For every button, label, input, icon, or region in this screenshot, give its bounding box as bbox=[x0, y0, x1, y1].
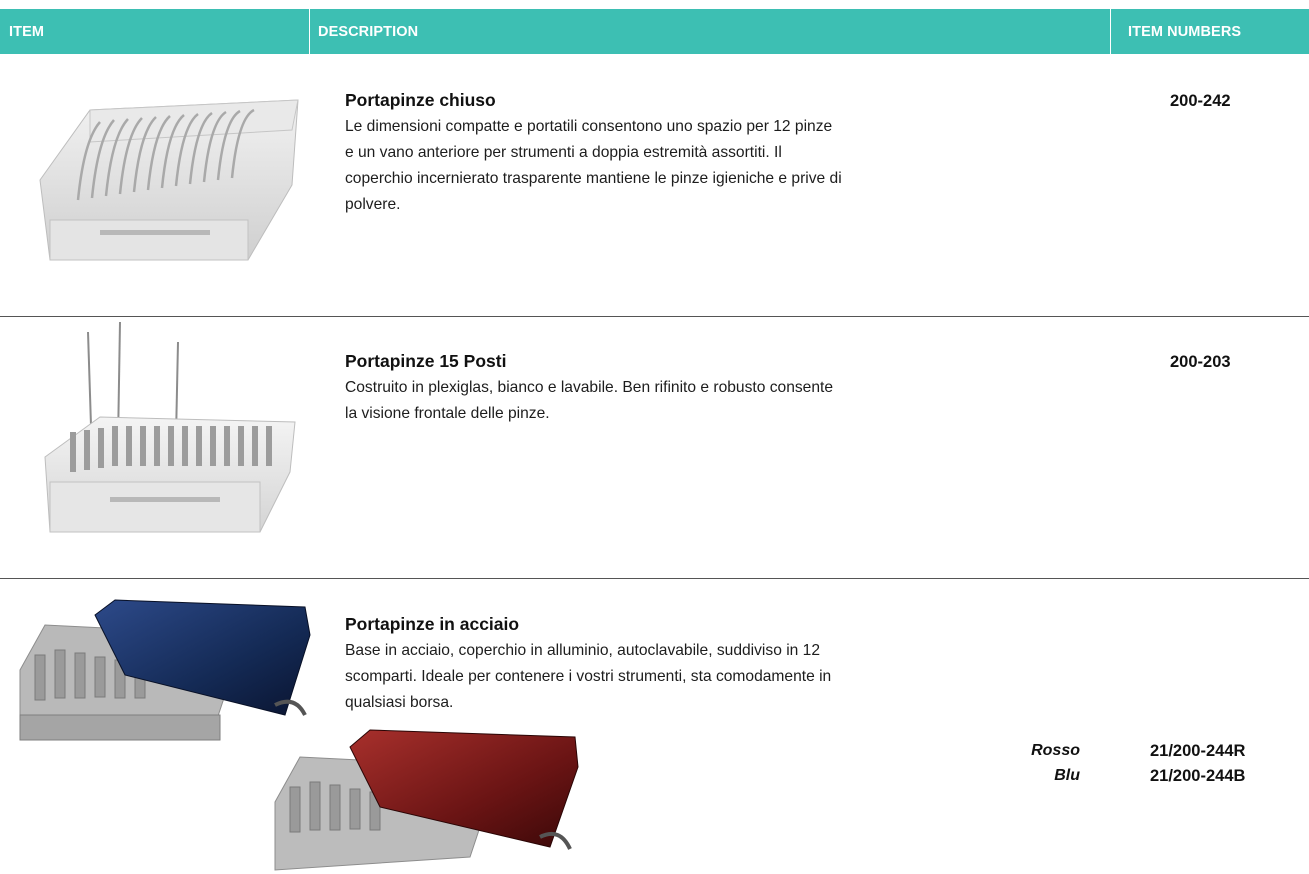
header-divider bbox=[309, 9, 310, 54]
row-divider bbox=[0, 578, 1309, 579]
variant-label: Blu bbox=[1054, 767, 1080, 784]
item-number: 200-242 bbox=[1170, 92, 1231, 110]
row-title: Portapinze in acciaio bbox=[345, 614, 520, 634]
item-number: 21/200-244R bbox=[1150, 742, 1246, 760]
item-number: 21/200-244B bbox=[1150, 767, 1246, 785]
row-title: Portapinze 15 Posti bbox=[345, 351, 507, 371]
row-description: Base in acciaio, coperchio in alluminio,… bbox=[345, 642, 832, 711]
15-slot-plier-holder-image bbox=[44, 322, 296, 533]
header-item-numbers: ITEM NUMBERS bbox=[1128, 24, 1242, 40]
header-description: DESCRIPTION bbox=[318, 24, 419, 40]
header-item: ITEM bbox=[9, 24, 45, 40]
row-description: Le dimensioni compatte e portatili conse… bbox=[345, 118, 842, 213]
row-description: Costruito in plexiglas, bianco e lavabil… bbox=[345, 379, 834, 422]
table-header: ITEM DESCRIPTION ITEM NUMBERS bbox=[0, 9, 1309, 54]
row-divider bbox=[0, 316, 1309, 317]
item-number: 200-203 bbox=[1170, 353, 1231, 371]
closed-plier-holder-image bbox=[39, 99, 299, 261]
row-title: Portapinze chiuso bbox=[345, 90, 496, 110]
steel-plier-holder-image-red bbox=[274, 729, 579, 871]
variant-label: Rosso bbox=[1031, 742, 1080, 759]
header-divider bbox=[1110, 9, 1111, 54]
